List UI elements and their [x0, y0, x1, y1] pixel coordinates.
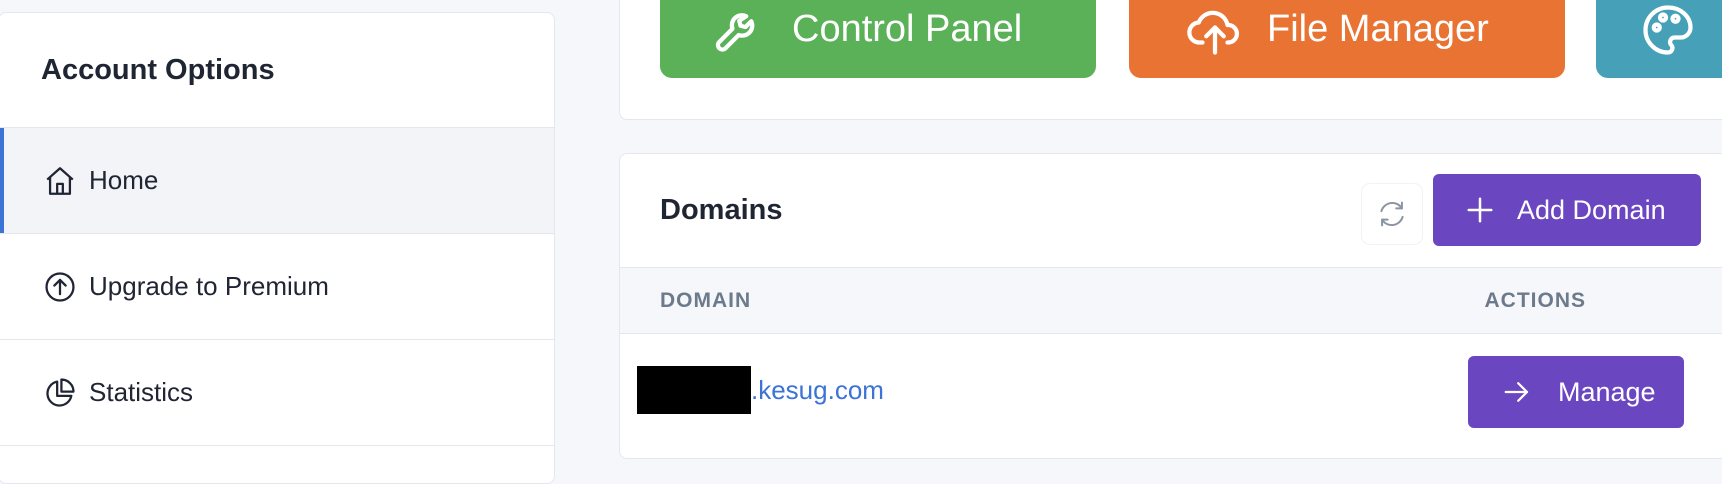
domains-header: Domains Add Domain — [620, 154, 1722, 268]
home-icon — [43, 164, 77, 198]
redacted-subdomain — [637, 366, 751, 414]
file-manager-button[interactable]: File Manager — [1129, 0, 1565, 78]
themes-button[interactable] — [1596, 0, 1722, 78]
sidebar-item-home[interactable]: Home — [0, 128, 554, 234]
control-panel-label: Control Panel — [792, 8, 1023, 50]
domain-link[interactable]: .kesug.com — [751, 366, 884, 414]
refresh-icon — [1380, 201, 1404, 227]
cloud-upload-icon — [1185, 0, 1245, 60]
manage-label: Manage — [1558, 376, 1656, 407]
sidebar-item-label: Home — [89, 165, 159, 195]
arrow-up-circle-icon — [43, 270, 77, 304]
quick-access-card: Control Panel File Manager — [619, 0, 1722, 120]
manage-button[interactable]: Manage — [1468, 356, 1684, 428]
pie-chart-icon — [43, 376, 77, 410]
control-panel-button[interactable]: Control Panel — [660, 0, 1096, 78]
domains-card: Domains Add Domain DOMAIN ACTIONS .kesug… — [619, 153, 1722, 459]
sidebar-item-label: Upgrade to Premium — [89, 271, 329, 301]
wrench-icon — [710, 0, 770, 60]
arrow-right-icon — [1504, 382, 1529, 402]
sidebar-item-upgrade[interactable]: Upgrade to Premium — [0, 234, 554, 340]
plus-icon — [1467, 197, 1493, 223]
palette-icon — [1638, 0, 1698, 60]
domains-title: Domains — [660, 194, 783, 226]
domains-table-header: DOMAIN ACTIONS — [620, 268, 1722, 334]
account-options-sidebar: Account Options Home Upgrade to Premium … — [0, 12, 555, 484]
file-manager-label: File Manager — [1267, 8, 1489, 50]
add-domain-button[interactable]: Add Domain — [1433, 174, 1701, 246]
sidebar-title: Account Options — [0, 13, 554, 128]
column-header-actions: ACTIONS — [1484, 288, 1586, 312]
refresh-button[interactable] — [1362, 184, 1422, 244]
add-domain-label: Add Domain — [1517, 194, 1666, 225]
sidebar-item-label: Statistics — [89, 377, 194, 407]
column-header-domain: DOMAIN — [660, 288, 752, 312]
table-row: .kesug.com Manage — [620, 334, 1722, 458]
sidebar-item-statistics[interactable]: Statistics — [0, 340, 554, 446]
